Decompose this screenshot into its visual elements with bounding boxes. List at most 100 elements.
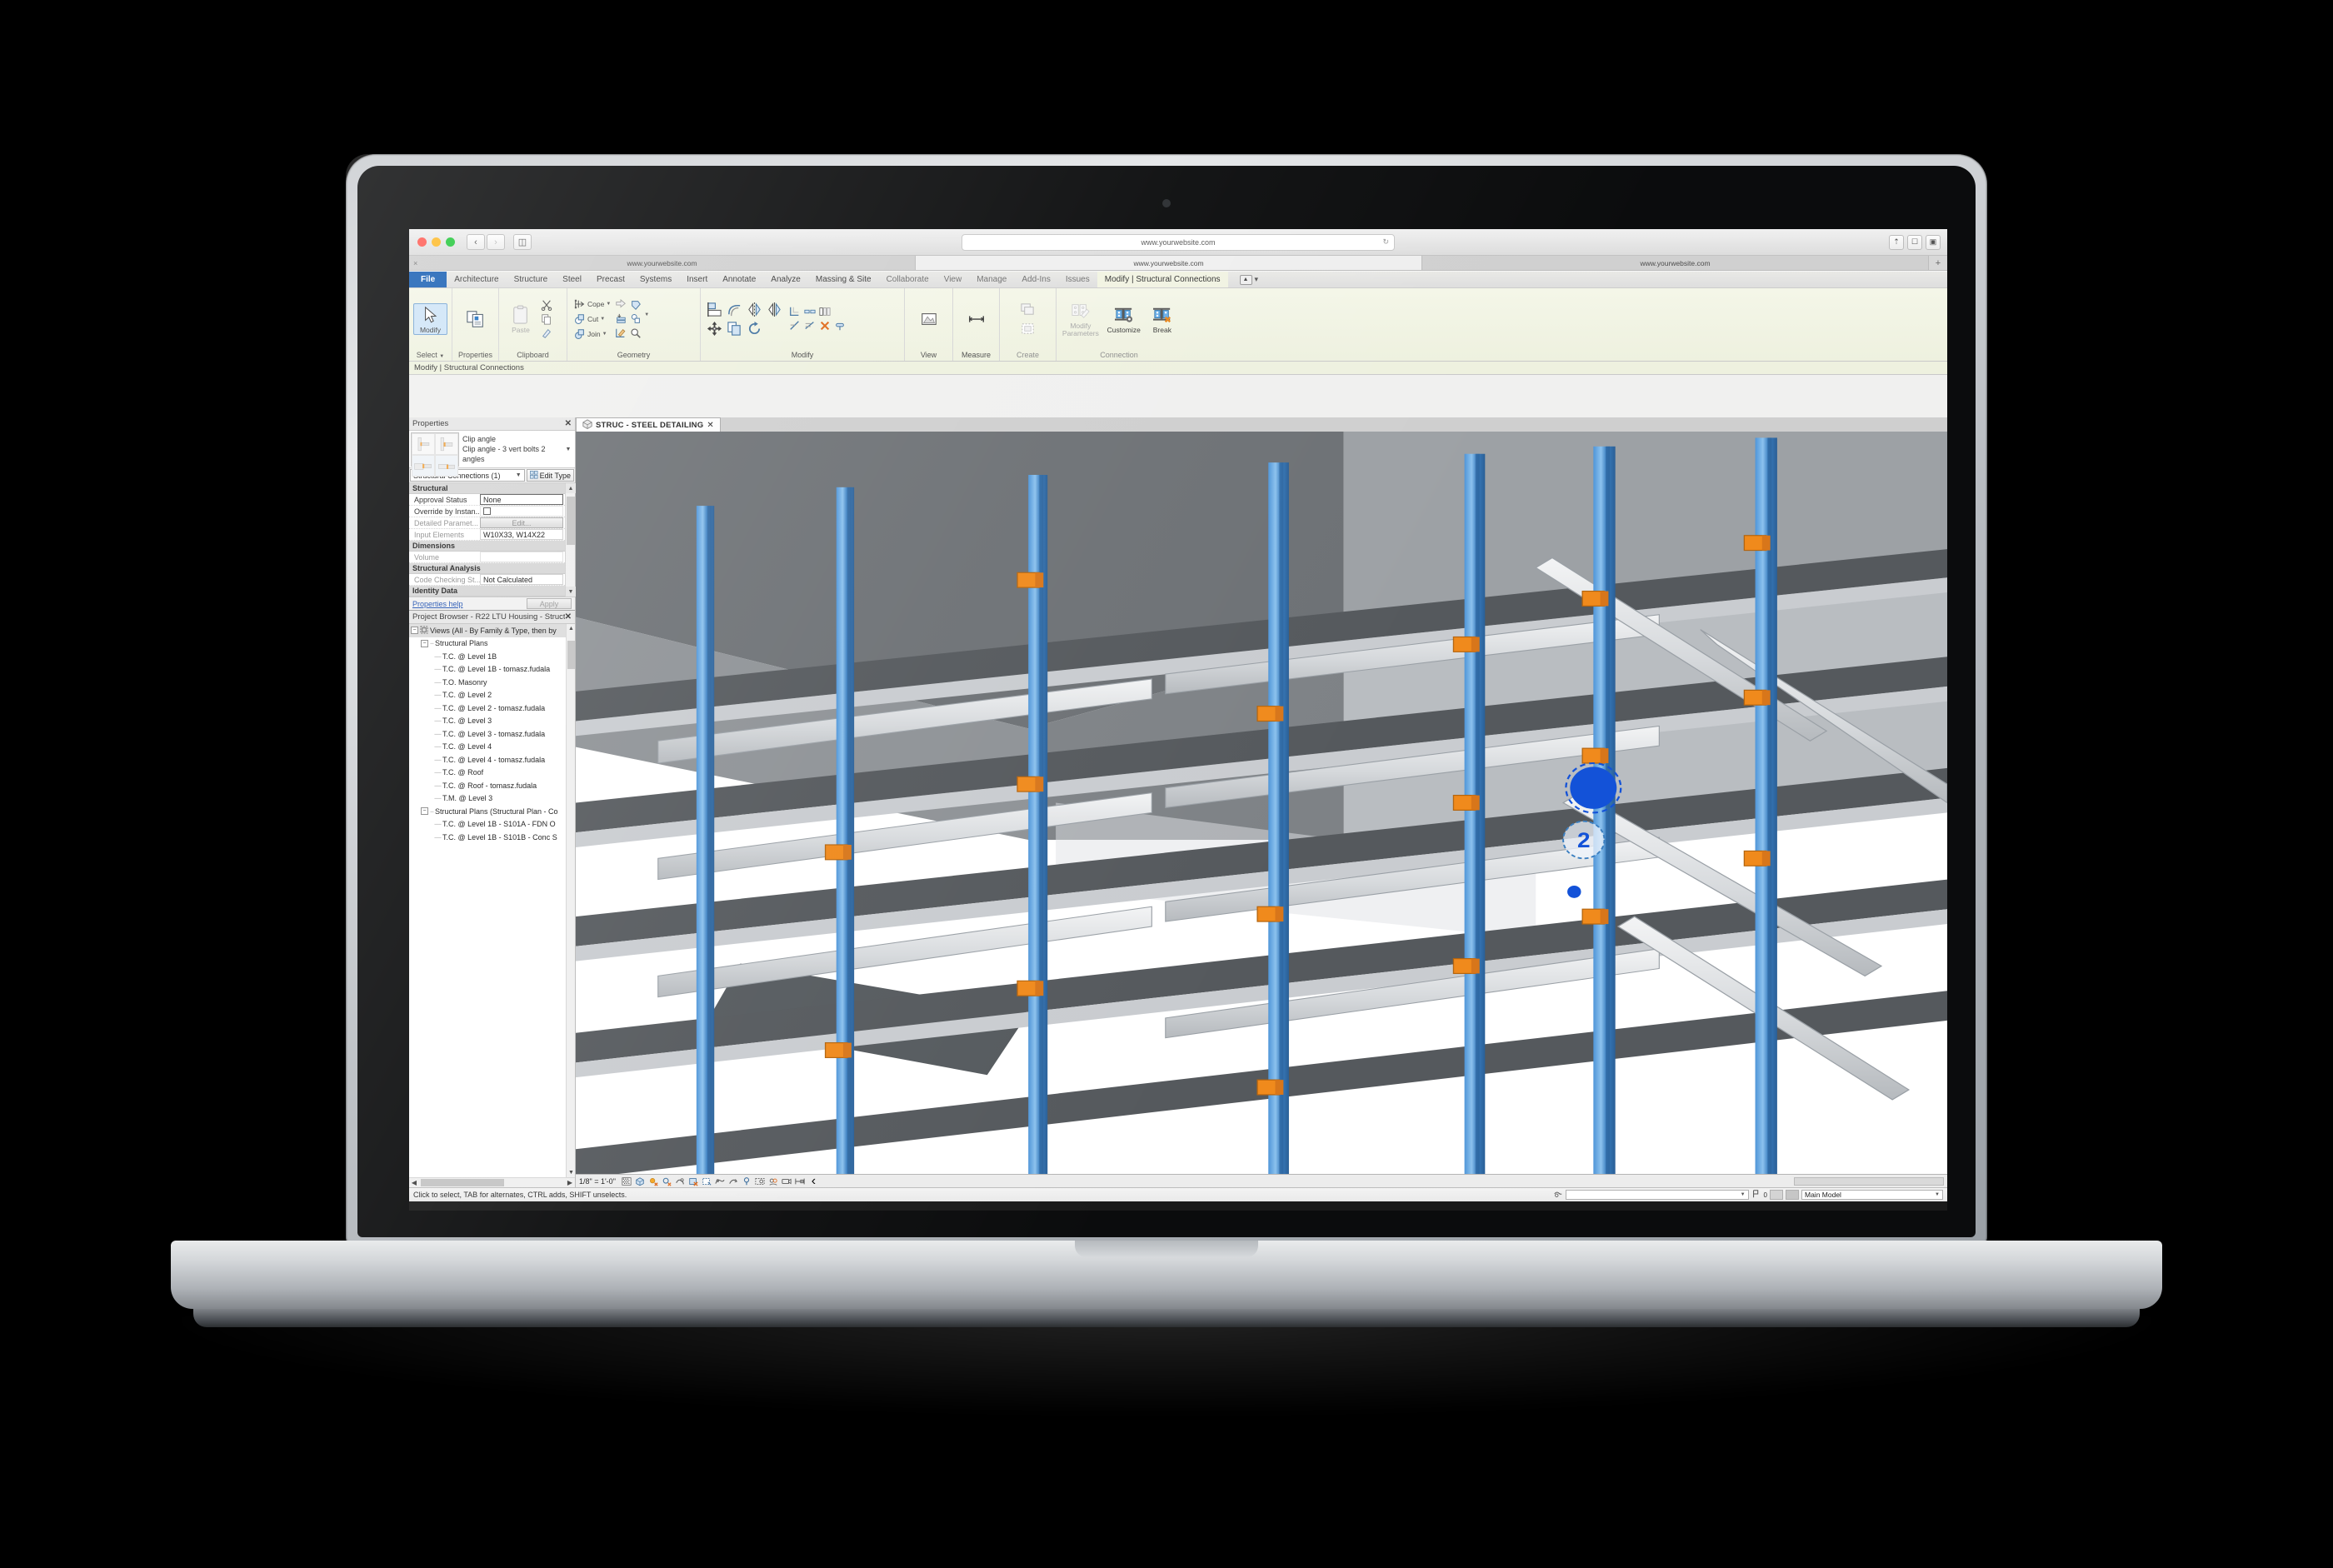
tree-node-view[interactable]: ---- T.M. @ Level 3 xyxy=(409,792,575,806)
detail-level-icon[interactable] xyxy=(622,1176,632,1186)
close-icon[interactable]: ✕ xyxy=(565,612,572,622)
tree-node-view[interactable]: ---- T.C. @ Level 1B - S101B - Conc S xyxy=(409,831,575,844)
split-face-icon[interactable] xyxy=(614,312,627,326)
scroll-up-icon[interactable]: ▲ xyxy=(566,483,576,493)
move-icon[interactable] xyxy=(705,319,723,337)
rotate-icon[interactable] xyxy=(745,319,763,337)
maximize-window-icon[interactable] xyxy=(446,237,455,247)
worksharing-display-icon[interactable] xyxy=(768,1176,779,1186)
browser-tab[interactable]: × www.yourwebsite.com xyxy=(409,256,916,270)
tree-node-view[interactable]: ---- T.C. @ Level 1B - tomasz.fudala xyxy=(409,663,575,677)
ribbon-tab-file[interactable]: File xyxy=(409,272,447,287)
property-value[interactable] xyxy=(480,506,563,517)
ribbon-tab-precast[interactable]: Precast xyxy=(589,272,632,287)
measure-button[interactable] xyxy=(959,308,994,330)
edit-type-button[interactable]: Edit Type xyxy=(526,469,574,482)
chevron-down-icon[interactable]: ▼ xyxy=(516,472,522,478)
copy-modify-icon[interactable] xyxy=(725,319,743,337)
crop-region-hide-icon[interactable] xyxy=(702,1176,712,1186)
tree-node-view[interactable]: ---- T.C. @ Roof xyxy=(409,767,575,780)
create-group-icon[interactable] xyxy=(1019,319,1037,337)
temporary-hide-icon[interactable] xyxy=(728,1176,739,1186)
checkbox[interactable] xyxy=(483,507,491,515)
chevron-up-icon[interactable]: ▲ xyxy=(1239,274,1252,285)
project-browser-hscrollbar[interactable]: ◀ ▶ xyxy=(409,1177,575,1187)
ribbon-tab-collaborate[interactable]: Collaborate xyxy=(879,272,937,287)
property-value[interactable] xyxy=(480,552,563,562)
ribbon-tab-architecture[interactable]: Architecture xyxy=(447,272,506,287)
trim-multiple-icon[interactable] xyxy=(803,319,817,332)
model-canvas[interactable]: 2 xyxy=(576,432,1947,1174)
mirror-pick-icon[interactable] xyxy=(765,300,783,318)
ribbon-tab-issues[interactable]: Issues xyxy=(1058,272,1097,287)
window-traffic-lights[interactable] xyxy=(417,237,455,247)
apply-button[interactable]: Apply xyxy=(527,598,572,609)
tree-node-view[interactable]: ---- T.C. @ Level 4 - tomasz.fudala xyxy=(409,753,575,767)
chevron-down-icon[interactable]: ▼ xyxy=(1741,1192,1746,1197)
edit-geometry-icon[interactable] xyxy=(614,327,627,340)
tree-node-view[interactable]: ---- T.C. @ Level 2 - tomasz.fudala xyxy=(409,702,575,715)
ribbon-collapse-control[interactable]: ▲ ▾ xyxy=(1239,272,1258,287)
view-tab-bar[interactable]: STRUC - STEEL DETAILING ✕ xyxy=(576,417,1947,432)
chevron-left-icon[interactable]: ‹ xyxy=(808,1174,819,1188)
exclude-options-icon[interactable] xyxy=(1770,1190,1783,1200)
tab-close-icon[interactable]: × xyxy=(413,259,417,267)
scroll-down-icon[interactable]: ▼ xyxy=(567,1168,575,1177)
trim-extend-corner-icon[interactable] xyxy=(788,305,802,318)
tree-node-views-all[interactable]: − Views (All - By Family & Type, then by xyxy=(409,624,575,637)
forward-icon[interactable]: › xyxy=(487,234,505,250)
close-icon[interactable]: ✕ xyxy=(707,421,714,430)
join-button[interactable]: Join ▼ xyxy=(572,327,612,341)
copy-icon[interactable] xyxy=(540,312,553,326)
browser-toolbar-right[interactable]: ⇡ ☐ ▣ xyxy=(1889,234,1941,250)
ribbon-tab-steel[interactable]: Steel xyxy=(555,272,589,287)
browser-tab[interactable]: www.yourwebsite.com xyxy=(1422,256,1929,270)
view-control-bar[interactable]: 1/8" = 1'-0" ‹ xyxy=(576,1174,1947,1188)
new-tab-icon[interactable]: ☐ xyxy=(1907,234,1922,250)
property-value-edit-button[interactable]: Edit... xyxy=(480,517,563,528)
temporary-view-icon[interactable] xyxy=(755,1176,766,1186)
chevron-down-icon[interactable]: ▼ xyxy=(1935,1192,1940,1197)
project-browser-vscrollbar[interactable]: ▲ ▼ xyxy=(566,624,575,1177)
ribbon-tab-massing-site[interactable]: Massing & Site xyxy=(808,272,879,287)
analytical-model-icon[interactable] xyxy=(715,1176,726,1186)
constraints-icon[interactable] xyxy=(795,1176,806,1186)
minimize-window-icon[interactable] xyxy=(432,237,441,247)
ribbon-tab-annotate[interactable]: Annotate xyxy=(715,272,763,287)
tree-node-structural-plans-group[interactable]: − -- Structural Plans (Structural Plan -… xyxy=(409,805,575,818)
demolish-icon[interactable] xyxy=(614,298,627,312)
wall-joins-icon[interactable] xyxy=(629,312,642,326)
rendering-dialog-icon[interactable] xyxy=(675,1176,686,1186)
ribbon-tab-view[interactable]: View xyxy=(937,272,970,287)
scroll-right-icon[interactable]: ▶ xyxy=(565,1179,575,1186)
scroll-down-icon[interactable]: ▼ xyxy=(566,587,576,597)
visual-style-icon[interactable] xyxy=(635,1176,646,1186)
filter-icon[interactable] xyxy=(1553,1189,1563,1201)
browser-tab-strip[interactable]: × www.yourwebsite.com www.yourwebsite.co… xyxy=(409,256,1947,271)
expander-minus-icon[interactable]: − xyxy=(411,627,418,635)
tree-node-view[interactable]: ---- T.C. @ Roof - tomasz.fudala xyxy=(409,779,575,792)
cut-scissors-icon[interactable] xyxy=(540,298,553,312)
selection-filter[interactable]: ▼ 0 Main Model ▼ xyxy=(1553,1189,1943,1201)
tree-node-view[interactable]: ---- T.C. @ Level 3 - tomasz.fudala xyxy=(409,727,575,741)
create-similar-icon[interactable] xyxy=(1019,300,1037,318)
break-button[interactable]: Break xyxy=(1147,304,1177,334)
ribbon-tab-structure[interactable]: Structure xyxy=(507,272,556,287)
view-tab-struc-steel-detailing[interactable]: STRUC - STEEL DETAILING ✕ xyxy=(576,417,721,432)
scroll-up-icon[interactable]: ▲ xyxy=(567,624,575,633)
array-icon[interactable] xyxy=(818,305,832,318)
expander-minus-icon[interactable]: − xyxy=(421,807,428,816)
ribbon-tab-analyze[interactable]: Analyze xyxy=(763,272,808,287)
trim-single-icon[interactable] xyxy=(788,319,802,332)
address-bar[interactable]: www.yourwebsite.com ↻ xyxy=(962,233,1395,251)
tree-node-view[interactable]: ---- T.C. @ Level 4 xyxy=(409,741,575,754)
worksets-icon[interactable] xyxy=(1786,1190,1799,1200)
ribbon-tab-bar[interactable]: File Architecture Structure Steel Precas… xyxy=(409,272,1947,288)
browser-tab-active[interactable]: www.yourwebsite.com xyxy=(916,256,1422,270)
cut-button[interactable]: Cut ▼ xyxy=(572,312,612,326)
tree-node-view[interactable]: ---- T.C. @ Level 1B - S101A - FDN O xyxy=(409,818,575,831)
ribbon-tab-addins[interactable]: Add-Ins xyxy=(1014,272,1057,287)
view-visibility-button[interactable] xyxy=(912,308,947,330)
design-options-icon[interactable] xyxy=(1751,1189,1761,1201)
offset-icon[interactable] xyxy=(725,300,743,318)
